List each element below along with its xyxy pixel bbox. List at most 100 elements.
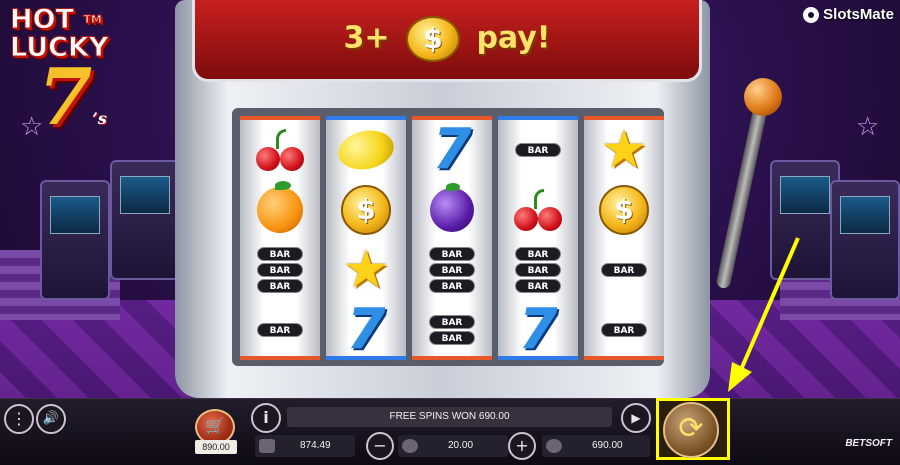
bar-tag: BAR xyxy=(601,263,647,277)
bar-tag: BAR xyxy=(257,263,303,277)
bar-tag: BAR xyxy=(257,247,303,261)
bar-tag: BAR xyxy=(515,247,561,261)
coins-icon xyxy=(402,439,418,453)
seven-icon: 7 xyxy=(432,117,472,182)
wallet-icon xyxy=(259,439,275,453)
reel-symbol xyxy=(498,180,578,240)
bar-stack-icon: BAR BAR BAR xyxy=(429,247,475,293)
bar-stack-icon: BAR xyxy=(601,323,647,337)
reel-5: ★ $ BAR BAR xyxy=(584,116,664,360)
orange-icon xyxy=(257,181,303,233)
bar-tag: BAR xyxy=(429,331,475,345)
lever-rod[interactable] xyxy=(715,100,769,290)
buy-feature-value: 890.00 xyxy=(195,440,237,454)
site-brand: SlotsMate xyxy=(803,6,894,23)
bet-value: 20.00 xyxy=(448,440,474,451)
spin-button[interactable]: ⟳ xyxy=(663,402,719,458)
bar-tag: BAR xyxy=(257,279,303,293)
reel-symbol: BAR xyxy=(498,120,578,180)
cherry-stem xyxy=(276,129,286,149)
reel-4: BAR BAR BAR BAR 7 xyxy=(498,116,578,360)
bar-stack-icon: BAR BAR BAR xyxy=(257,247,303,293)
background-machine-screen xyxy=(840,196,890,234)
banner-coin-icon: $ xyxy=(405,16,460,62)
bar-stack-icon: BAR BAR BAR xyxy=(515,247,561,293)
game-logo: HOT TM LUCKY 7’s xyxy=(10,4,160,155)
reel-symbol xyxy=(240,180,320,240)
seven-icon: 7 xyxy=(518,297,558,362)
reel-1: BAR BAR BAR BAR xyxy=(240,116,320,360)
pay-banner: 3+ $ pay! xyxy=(192,0,702,82)
cherry-icon xyxy=(254,129,306,171)
bar-tag: BAR xyxy=(257,323,303,337)
right-background-machine xyxy=(830,180,900,300)
left-background-machine xyxy=(40,180,110,300)
left-background-machine xyxy=(110,160,180,280)
reel-symbol: BAR BAR BAR xyxy=(240,240,320,300)
bar-stack-icon: BAR xyxy=(601,263,647,277)
banner-prefix: 3+ xyxy=(343,20,390,56)
game-scene: ☆ ☆ 3+ $ pay! BAR BAR BAR BAR $ ★ 7 7 BAR BAR BAR B… xyxy=(0,0,900,465)
award-icon xyxy=(546,439,562,453)
bet-increase-button[interactable]: + xyxy=(508,432,536,460)
reel-symbol xyxy=(326,120,406,180)
provider-logo: BETSOFT xyxy=(845,438,892,449)
reel-symbol xyxy=(412,180,492,240)
message-bar: FREE SPINS WON 690.00 xyxy=(287,407,612,427)
reel-3: 7 BAR BAR BAR BAR BAR xyxy=(412,116,492,360)
bet-decrease-button[interactable]: − xyxy=(366,432,394,460)
info-button[interactable]: i xyxy=(251,403,281,433)
coin-icon: $ xyxy=(341,185,391,235)
lemon-icon xyxy=(334,125,398,175)
cherry-stem xyxy=(534,189,544,209)
background-machine-screen xyxy=(780,176,830,214)
banner-suffix: pay! xyxy=(476,20,551,56)
reel-2: $ ★ 7 xyxy=(326,116,406,360)
lever-knob[interactable] xyxy=(744,78,782,116)
bar-tag: BAR xyxy=(429,263,475,277)
sound-button[interactable]: 🔊 xyxy=(36,404,66,434)
bar-tag: BAR xyxy=(515,279,561,293)
reel-symbol: BAR BAR BAR xyxy=(412,240,492,300)
star-icon: ★ xyxy=(600,120,648,180)
star-icon: ★ xyxy=(342,240,390,300)
reel-symbol xyxy=(240,120,320,180)
win-value: 690.00 xyxy=(592,440,623,451)
reel-symbol: ★ xyxy=(326,240,406,300)
reel-symbol: 7 xyxy=(412,120,492,180)
reel-symbol: 7 xyxy=(498,300,578,360)
background-machine-screen xyxy=(120,176,170,214)
plum-icon xyxy=(430,183,474,232)
bar-stack-icon: BAR xyxy=(515,143,561,157)
reel-symbol: BAR xyxy=(584,300,664,360)
bar-tag: BAR xyxy=(429,279,475,293)
menu-button[interactable]: ⋮ xyxy=(4,404,34,434)
bar-tag: BAR xyxy=(429,247,475,261)
brand-logo-icon xyxy=(803,6,820,23)
background-machine-screen xyxy=(50,196,100,234)
reel-symbol: 7 xyxy=(326,300,406,360)
logo-suffix: ’s xyxy=(92,109,107,128)
reel-symbol: $ xyxy=(584,180,664,240)
cherry-icon xyxy=(512,189,564,231)
bar-stack-icon: BAR xyxy=(257,323,303,337)
bar-tag: BAR xyxy=(429,315,475,329)
reel-symbol: ★ xyxy=(584,120,664,180)
coin-icon: $ xyxy=(599,185,649,235)
autoplay-button[interactable]: ▶ xyxy=(621,403,651,433)
reel-symbol: BAR xyxy=(584,240,664,300)
reel-symbol: $ xyxy=(326,180,406,240)
site-brand-label: SlotsMate xyxy=(823,6,894,23)
star-decoration-icon: ☆ xyxy=(856,112,880,142)
bar-tag: BAR xyxy=(515,143,561,157)
reel-window: BAR BAR BAR BAR $ ★ 7 7 BAR BAR BAR BAR BAR BAR BAR BAR… xyxy=(232,108,664,366)
reel-symbol: BAR BAR xyxy=(412,300,492,360)
reel-symbol: BAR BAR BAR xyxy=(498,240,578,300)
balance-value: 874.49 xyxy=(300,440,331,451)
seven-icon: 7 xyxy=(346,297,386,362)
logo-seven: 7’s xyxy=(38,52,107,143)
logo-line-hot: HOT TM xyxy=(10,4,103,35)
bar-stack-icon: BAR BAR xyxy=(429,315,475,345)
logo-trademark: TM xyxy=(83,13,102,27)
bar-tag: BAR xyxy=(515,263,561,277)
